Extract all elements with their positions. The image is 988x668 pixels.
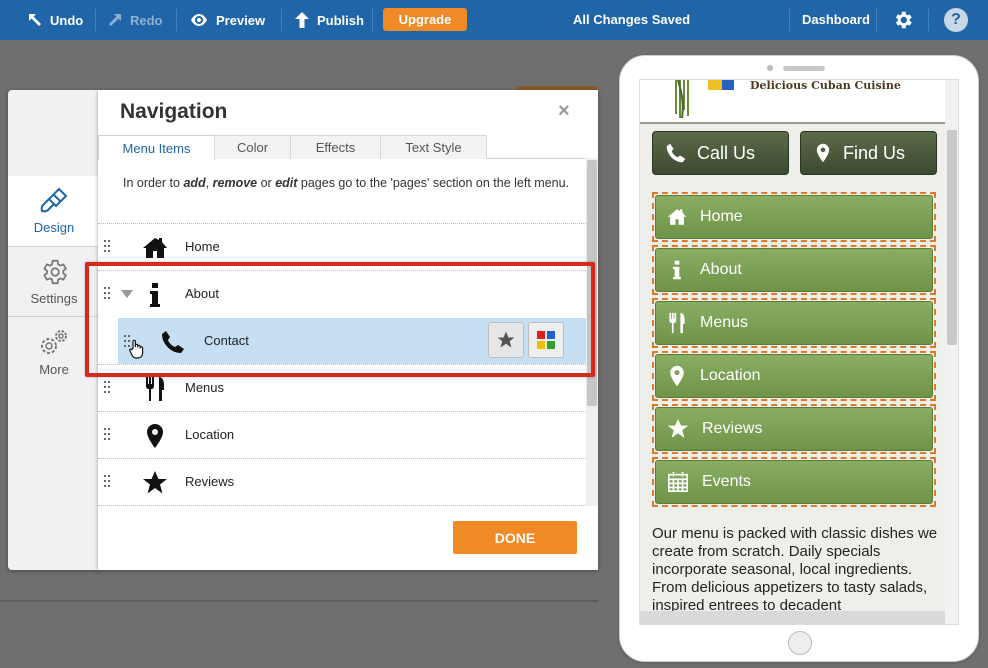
tab-menu-items[interactable]: Menu Items bbox=[98, 135, 215, 160]
undo-arrow-icon bbox=[29, 14, 41, 26]
fork-knife-icon bbox=[146, 377, 164, 401]
list-item-label: Reviews bbox=[185, 474, 235, 489]
menu-label: Reviews bbox=[702, 420, 763, 437]
eye-icon bbox=[191, 14, 207, 26]
drag-handle-icon[interactable] bbox=[104, 240, 110, 252]
list-item-label: Menus bbox=[185, 380, 225, 395]
header-divider bbox=[640, 122, 945, 124]
toolbar-divider bbox=[95, 9, 96, 31]
sidebar-item-label: Design bbox=[33, 220, 75, 235]
undo-label: Undo bbox=[50, 12, 84, 28]
gears-icon bbox=[41, 330, 67, 354]
toolbar-divider bbox=[176, 9, 177, 31]
preview-menu-location[interactable]: Location bbox=[652, 351, 936, 401]
preview-bottom-bar bbox=[640, 611, 945, 624]
gear-icon bbox=[43, 259, 68, 285]
drag-handle-icon[interactable] bbox=[104, 428, 110, 440]
save-status: All Changes Saved bbox=[572, 12, 691, 27]
preview-label: Preview bbox=[216, 12, 266, 28]
toolbar-divider bbox=[281, 9, 282, 31]
top-toolbar: Undo Redo Preview Publish Upgrade All Ch… bbox=[0, 0, 988, 40]
redo-label: Redo bbox=[130, 12, 163, 28]
map-pin-icon bbox=[670, 365, 684, 387]
mobile-preview: Delicious Cuban Cuisine Call Us Find Us … bbox=[619, 55, 979, 662]
menu-label: About bbox=[700, 261, 742, 278]
highlight-annotation bbox=[85, 262, 595, 377]
toolbar-divider bbox=[372, 9, 373, 31]
info-icon bbox=[673, 260, 681, 280]
home-icon bbox=[143, 238, 167, 258]
list-item[interactable]: Reviews bbox=[98, 459, 586, 505]
brush-icon bbox=[40, 187, 68, 213]
drag-handle-icon[interactable] bbox=[104, 381, 110, 393]
preview-button[interactable]: Preview bbox=[190, 0, 265, 40]
sidebar-item-design[interactable]: Design bbox=[8, 176, 100, 246]
publish-button[interactable]: Publish bbox=[295, 0, 364, 40]
upgrade-button[interactable]: Upgrade bbox=[383, 8, 467, 31]
background-divider bbox=[0, 600, 598, 602]
map-pin-icon bbox=[816, 143, 830, 163]
toolbar-divider bbox=[928, 9, 929, 31]
preview-menu-reviews[interactable]: Reviews bbox=[652, 404, 936, 454]
dialog-title: Navigation bbox=[120, 100, 228, 123]
dashboard-link[interactable]: Dashboard bbox=[802, 12, 870, 27]
cta-label: Call Us bbox=[697, 142, 756, 163]
hand-cursor-icon bbox=[129, 339, 144, 359]
row-divider bbox=[98, 505, 586, 506]
phone-icon bbox=[666, 143, 686, 163]
list-item[interactable]: Location bbox=[98, 412, 586, 458]
preview-menu-events[interactable]: Events bbox=[652, 457, 936, 507]
list-item-label: Home bbox=[185, 239, 220, 254]
phone-home-button bbox=[788, 631, 812, 655]
site-logo-text: Delicious Cuban Cuisine bbox=[750, 79, 901, 92]
logo-graphic-icon bbox=[675, 80, 734, 119]
tab-color[interactable]: Color bbox=[214, 135, 291, 159]
map-pin-icon bbox=[147, 424, 163, 448]
calendar-icon bbox=[668, 471, 688, 492]
preview-menu-about[interactable]: About bbox=[652, 245, 936, 295]
sidebar-item-label: More bbox=[39, 362, 69, 377]
redo-button[interactable]: Redo bbox=[108, 0, 163, 40]
tab-text-style[interactable]: Text Style bbox=[380, 135, 487, 159]
upload-arrow-icon bbox=[295, 12, 309, 28]
dialog-tabs: Menu Items Color Effects Text Style bbox=[98, 135, 598, 160]
home-icon bbox=[667, 209, 687, 225]
tab-effects[interactable]: Effects bbox=[290, 135, 381, 159]
toolbar-divider bbox=[789, 9, 790, 31]
star-icon bbox=[143, 471, 167, 494]
help-button[interactable]: ? bbox=[944, 8, 968, 32]
site-header: Delicious Cuban Cuisine bbox=[640, 80, 945, 122]
cta-label: Find Us bbox=[843, 142, 906, 163]
menu-label: Home bbox=[700, 208, 743, 225]
star-icon bbox=[667, 418, 689, 438]
publish-label: Publish bbox=[317, 12, 364, 28]
preview-menu-menus[interactable]: Menus bbox=[652, 298, 936, 348]
preview-menu-home[interactable]: Home bbox=[652, 192, 936, 242]
menu-label: Location bbox=[700, 367, 761, 384]
done-button[interactable]: DONE bbox=[453, 521, 577, 554]
preview-screen: Delicious Cuban Cuisine Call Us Find Us … bbox=[639, 79, 959, 625]
undo-button[interactable]: Undo bbox=[28, 0, 83, 40]
toolbar-divider bbox=[876, 9, 877, 31]
menu-label: Menus bbox=[700, 314, 749, 331]
info-text: In order to add, remove or edit pages go… bbox=[123, 176, 570, 190]
drag-handle-icon[interactable] bbox=[104, 475, 110, 487]
phone-camera bbox=[767, 65, 773, 71]
settings-gear-icon[interactable] bbox=[892, 9, 914, 31]
sidebar-item-label: Settings bbox=[30, 291, 78, 306]
call-us-button[interactable]: Call Us bbox=[652, 131, 789, 175]
list-item-label: Location bbox=[185, 427, 235, 442]
redo-arrow-icon bbox=[109, 14, 121, 26]
find-us-button[interactable]: Find Us bbox=[800, 131, 937, 175]
close-icon[interactable]: × bbox=[558, 100, 570, 123]
fork-knife-icon bbox=[669, 312, 685, 334]
menu-label: Events bbox=[702, 473, 751, 490]
preview-body-text: Our menu is packed with classic dishes w… bbox=[652, 525, 938, 614]
preview-scrollbar-thumb[interactable] bbox=[947, 130, 957, 345]
phone-speaker bbox=[783, 66, 825, 71]
